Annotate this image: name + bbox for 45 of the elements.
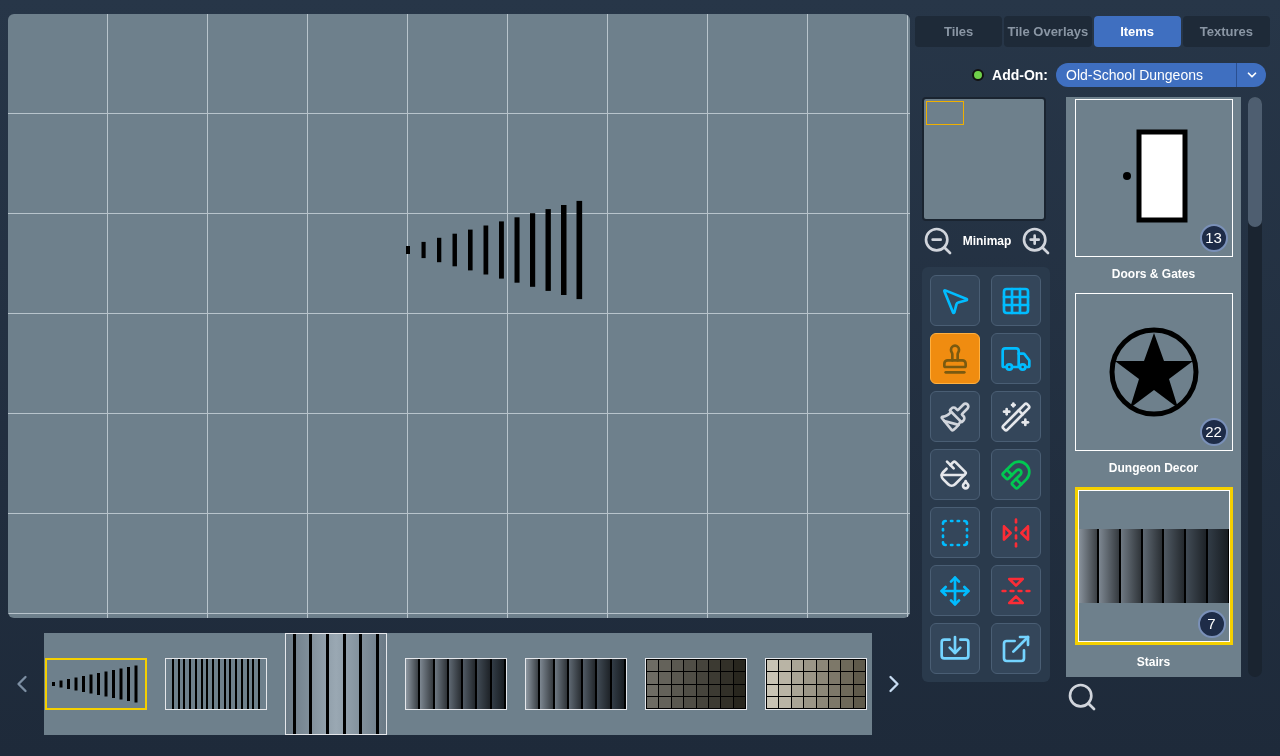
category-tile[interactable]: 7 [1074, 487, 1233, 645]
texture-thumbnail[interactable] [45, 658, 147, 710]
tool-button[interactable] [991, 275, 1041, 326]
count-badge: 22 [1199, 418, 1228, 446]
tool-button[interactable] [991, 391, 1041, 442]
texture-thumbnail[interactable] [285, 633, 387, 735]
addon-dropdown[interactable]: Old-School Dungeons [1056, 63, 1266, 87]
flip-horizontal-icon [1000, 516, 1032, 549]
texture-thumbnail[interactable] [405, 658, 507, 710]
category-tile[interactable]: 13 [1074, 99, 1233, 257]
tool-button[interactable] [930, 275, 980, 326]
texture-thumbnail[interactable] [645, 658, 747, 710]
tab[interactable]: Items [1093, 16, 1181, 47]
tool-button[interactable] [930, 333, 980, 384]
zoom-out-button[interactable] [922, 225, 954, 257]
texture-thumbnail[interactable] [765, 658, 867, 710]
count-badge: 7 [1197, 610, 1226, 638]
wand-icon [1000, 400, 1032, 433]
magnet-icon [1000, 458, 1032, 491]
minimap-label: Minimap [962, 233, 1012, 250]
bucket-icon [939, 458, 971, 491]
brush-icon [939, 400, 971, 433]
category-label: Dungeon Decor [1108, 460, 1199, 477]
tool-button[interactable] [991, 623, 1041, 674]
texture-thumbnail[interactable] [525, 658, 627, 710]
tool-button[interactable] [930, 623, 980, 674]
category-tile[interactable]: 22 [1074, 293, 1233, 451]
addon-label: Add-On: [992, 65, 1048, 85]
category-label: Doors & Gates [1111, 266, 1196, 283]
tool-button[interactable] [930, 507, 980, 558]
count-badge: 13 [1199, 224, 1228, 252]
texture-thumbnail[interactable] [165, 658, 267, 710]
minimap[interactable] [922, 97, 1046, 221]
tool-button[interactable] [991, 333, 1041, 384]
tool-button[interactable] [991, 449, 1041, 500]
tab[interactable]: Tile Overlays [1004, 16, 1092, 47]
tab[interactable]: Textures [1182, 16, 1270, 47]
scrollbar[interactable] [1248, 97, 1262, 677]
tool-button[interactable] [930, 449, 980, 500]
move-icon [939, 574, 971, 607]
tab[interactable]: Tiles [915, 16, 1003, 47]
category-label: Stairs [1136, 654, 1171, 671]
zoom-in-button[interactable] [1020, 225, 1052, 257]
tool-button[interactable] [930, 391, 980, 442]
tool-button[interactable] [930, 565, 980, 616]
